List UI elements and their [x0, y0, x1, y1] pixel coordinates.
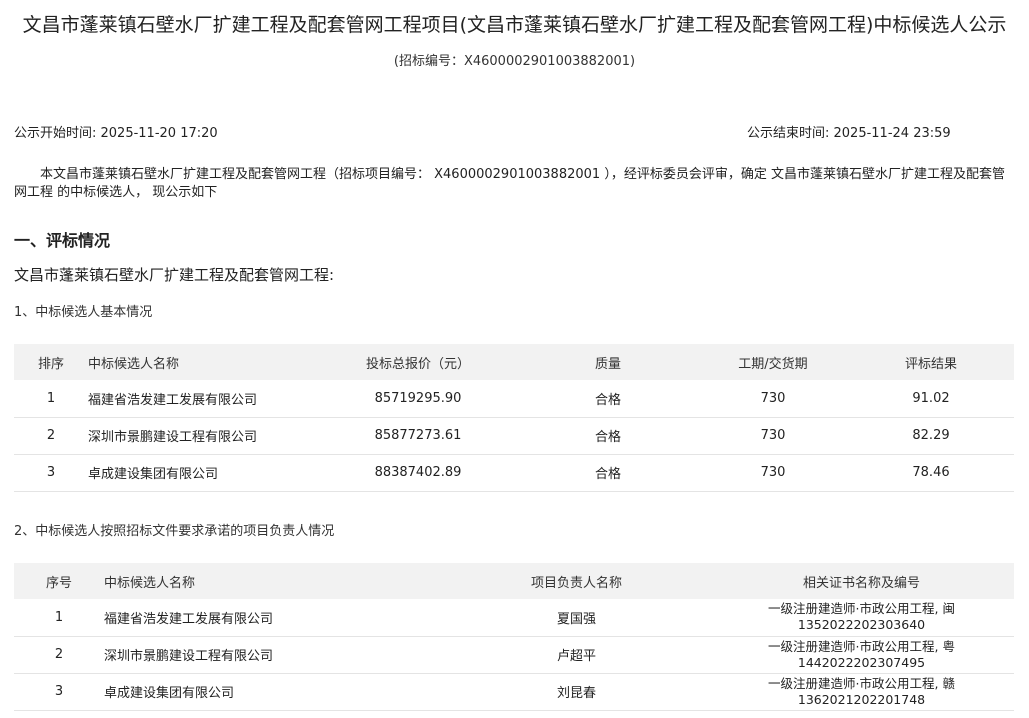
cell-rank: 2	[46, 428, 56, 443]
cell-serial: 1	[54, 609, 64, 625]
table-row: 2 深圳市景鹏建设工程有限公司 85877273.61 合格 730 82.29	[14, 417, 1014, 454]
header-result: 评标结果	[904, 356, 957, 372]
certificate-number: 1442022202307495	[797, 654, 926, 670]
cell-candidate-name: 福建省浩发建工发展有限公司	[88, 392, 258, 408]
cell-result: 91.02	[912, 390, 950, 406]
intro-paragraph: 本文昌市蓬莱镇石壁水厂扩建工程及配套管网工程（招标项目编号： X46000029…	[14, 167, 1005, 200]
header-duration: 工期/交货期	[738, 356, 808, 372]
certificate-number: 1352022202303640	[797, 617, 926, 633]
header-serial: 序号	[45, 575, 72, 591]
certificate-number: 1362021202201748	[797, 691, 926, 707]
header-leader-name: 项目负责人名称	[530, 575, 622, 591]
cell-serial: 2	[54, 647, 64, 662]
cell-quality: 合格	[594, 392, 621, 408]
cell-certificate: 一级注册建造师·市政公用工程, 闽 1352022202303640	[709, 599, 1014, 636]
cell-duration: 730	[760, 390, 786, 406]
table-row: 1 福建省浩发建工发展有限公司 夏国强 一级注册建造师·市政公用工程, 闽 13…	[14, 599, 1014, 636]
cell-result: 82.29	[912, 428, 950, 443]
project-leader-heading: 2、中标候选人按照招标文件要求承诺的项目负责人情况	[14, 524, 335, 539]
cell-certificate: 一级注册建造师·市政公用工程, 赣 1362021202201748	[709, 673, 1014, 710]
project-leader-table: 序号 中标候选人名称 项目负责人名称 相关证书名称及编号 1 福建省浩发建工发展…	[14, 563, 1014, 711]
project-name: 文昌市蓬莱镇石壁水厂扩建工程及配套管网工程:	[14, 266, 335, 284]
page-title: 文昌市蓬莱镇石壁水厂扩建工程及配套管网工程项目(文昌市蓬莱镇石壁水厂扩建工程及配…	[22, 14, 1007, 36]
cell-bid-price: 88387402.89	[374, 465, 462, 480]
cell-serial: 3	[54, 684, 64, 699]
cell-leader-name: 刘昆春	[556, 686, 596, 701]
table-row: 1 福建省浩发建工发展有限公司 85719295.90 合格 730 91.02	[14, 380, 1014, 417]
table-header-row: 序号 中标候选人名称 项目负责人名称 相关证书名称及编号	[14, 563, 1014, 599]
cell-result: 78.46	[912, 465, 950, 480]
table-row: 3 卓成建设集团有限公司 刘昆春 一级注册建造师·市政公用工程, 赣 13620…	[14, 673, 1014, 710]
header-candidate-name: 中标候选人名称	[104, 575, 196, 591]
table-row: 2 深圳市景鹏建设工程有限公司 卢超平 一级注册建造师·市政公用工程, 粤 14…	[14, 636, 1014, 673]
header-certificate: 相关证书名称及编号	[802, 575, 920, 591]
cell-certificate: 一级注册建造师·市政公用工程, 粤 1442022202307495	[709, 636, 1014, 673]
cell-leader-name: 卢超平	[556, 649, 596, 664]
cell-bid-price: 85719295.90	[374, 390, 462, 406]
cell-leader-name: 夏国强	[556, 611, 596, 627]
cell-quality: 合格	[594, 430, 621, 445]
candidates-table: 排序 中标候选人名称 投标总报价（元） 质量 工期/交货期 评标结果 1 福建省…	[14, 344, 1014, 492]
cell-rank: 1	[46, 390, 56, 406]
table-row: 3 卓成建设集团有限公司 88387402.89 合格 730 78.46	[14, 454, 1014, 491]
certificate-name: 一级注册建造师·市政公用工程, 赣	[768, 675, 955, 691]
cell-candidate-name: 深圳市景鹏建设工程有限公司	[104, 649, 274, 664]
cell-candidate-name: 深圳市景鹏建设工程有限公司	[88, 430, 258, 445]
tender-number: (招标编号：X4600002901003882001)	[393, 54, 636, 69]
cell-bid-price: 85877273.61	[374, 428, 462, 443]
cell-quality: 合格	[594, 467, 621, 482]
publicity-start-time: 公示开始时间: 2025-11-20 17:20	[14, 126, 218, 141]
cell-candidate-name: 卓成建设集团有限公司	[88, 467, 219, 482]
candidates-basic-heading: 1、中标候选人基本情况	[14, 305, 153, 320]
cell-candidate-name: 福建省浩发建工发展有限公司	[104, 611, 274, 627]
cell-duration: 730	[760, 428, 786, 443]
table-header-row: 排序 中标候选人名称 投标总报价（元） 质量 工期/交货期 评标结果	[14, 344, 1014, 380]
header-bid-price: 投标总报价（元）	[365, 356, 470, 372]
section-heading: 一、评标情况	[14, 231, 111, 250]
publicity-end-time: 公示结束时间: 2025-11-24 23:59	[747, 126, 951, 141]
cell-candidate-name: 卓成建设集团有限公司	[104, 686, 235, 701]
header-candidate-name: 中标候选人名称	[88, 356, 180, 372]
certificate-name: 一级注册建造师·市政公用工程, 粤	[768, 638, 955, 654]
certificate-name: 一级注册建造师·市政公用工程, 闽	[768, 601, 955, 617]
cell-duration: 730	[760, 465, 786, 480]
header-quality: 质量	[594, 356, 621, 372]
header-rank: 排序	[37, 356, 64, 372]
cell-rank: 3	[46, 465, 56, 480]
